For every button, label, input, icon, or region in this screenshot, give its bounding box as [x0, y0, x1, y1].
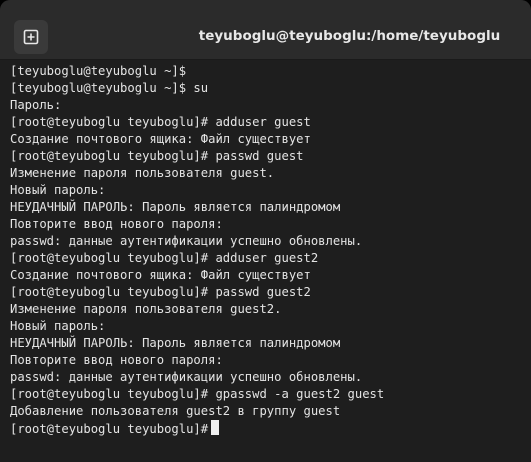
terminal-line-text: [root@teyuboglu teyuboglu]# adduser gues…	[10, 251, 319, 265]
terminal-line: Повторите ввод нового пароля:	[10, 216, 525, 233]
terminal-line: Пароль:	[10, 97, 525, 114]
terminal-line-text: [root@teyuboglu teyuboglu]# passwd guest…	[10, 285, 311, 299]
terminal-line: Создание почтового ящика: Файл существуе…	[10, 131, 525, 148]
terminal-line: passwd: данные аутентификации успешно об…	[10, 369, 525, 386]
text-cursor	[211, 420, 220, 435]
terminal-output[interactable]: [teyuboglu@teyuboglu ~]$ [teyuboglu@teyub…	[10, 63, 525, 458]
terminal-line-text: [root@teyuboglu teyuboglu]# adduser gues…	[10, 115, 311, 129]
terminal-line: Новый пароль:	[10, 182, 525, 199]
terminal-line-text: Добавление пользователя guest2 в группу …	[10, 404, 341, 418]
terminal-line-text: Повторите ввод нового пароля:	[10, 217, 223, 231]
terminal-line: Изменение пароля пользователя guest2.	[10, 301, 525, 318]
terminal-line-text: НЕУДАЧНЫЙ ПАРОЛЬ: Пароль является палинд…	[10, 336, 341, 350]
terminal-line: [teyuboglu@teyuboglu ~]$ su	[10, 80, 525, 97]
terminal-line-text: Изменение пароля пользователя guest2.	[10, 302, 282, 316]
terminal-line: [root@teyuboglu teyuboglu]# adduser gues…	[10, 250, 525, 267]
terminal-line: [root@teyuboglu teyuboglu]#	[10, 420, 525, 437]
terminal-line-text: [teyuboglu@teyuboglu ~]$	[10, 64, 187, 78]
terminal-line: [root@teyuboglu teyuboglu]# gpasswd -a g…	[10, 386, 525, 403]
terminal-line: passwd: данные аутентификации успешно об…	[10, 233, 525, 250]
terminal-line-text: Новый пароль:	[10, 319, 106, 333]
terminal-line: НЕУДАЧНЫЙ ПАРОЛЬ: Пароль является палинд…	[10, 335, 525, 352]
terminal-line: [teyuboglu@teyuboglu ~]$	[10, 63, 525, 80]
terminal-line: [root@teyuboglu teyuboglu]# passwd guest	[10, 148, 525, 165]
terminal-line: Повторите ввод нового пароля:	[10, 352, 525, 369]
titlebar: teyuboglu@teyuboglu:/home/teyuboglu	[0, 0, 531, 60]
terminal-line-text: passwd: данные аутентификации успешно об…	[10, 234, 363, 248]
terminal-line-text: [root@teyuboglu teyuboglu]# gpasswd -a g…	[10, 387, 385, 401]
terminal-line: [root@teyuboglu teyuboglu]# passwd guest…	[10, 284, 525, 301]
terminal-line-text: Пароль:	[10, 98, 62, 112]
terminal-line: НЕУДАЧНЫЙ ПАРОЛЬ: Пароль является палинд…	[10, 199, 525, 216]
terminal-line-text: Повторите ввод нового пароля:	[10, 353, 223, 367]
terminal-line: [root@teyuboglu teyuboglu]# adduser gues…	[10, 114, 525, 131]
terminal-line-text: [root@teyuboglu teyuboglu]#	[10, 422, 209, 436]
terminal-line-text: passwd: данные аутентификации успешно об…	[10, 370, 363, 384]
terminal-line: Новый пароль:	[10, 318, 525, 335]
terminal-line-text: НЕУДАЧНЫЙ ПАРОЛЬ: Пароль является палинд…	[10, 200, 341, 214]
new-tab-plus-icon	[23, 29, 39, 45]
terminal-window: teyuboglu@teyuboglu:/home/teyuboglu [tey…	[0, 0, 531, 462]
terminal-line-text: Создание почтового ящика: Файл существуе…	[10, 268, 311, 282]
terminal-line: Добавление пользователя guest2 в группу …	[10, 403, 525, 420]
new-tab-button[interactable]	[14, 20, 48, 54]
terminal-line: Создание почтового ящика: Файл существуе…	[10, 267, 525, 284]
terminal-line-text: [root@teyuboglu teyuboglu]# passwd guest	[10, 149, 304, 163]
terminal-line-text: Создание почтового ящика: Файл существуе…	[10, 132, 311, 146]
terminal-line-text: [teyuboglu@teyuboglu ~]$ su	[10, 81, 209, 95]
terminal-line: Изменение пароля пользователя guest.	[10, 165, 525, 182]
terminal-line-text: Изменение пароля пользователя guest.	[10, 166, 275, 180]
window-title: teyuboglu@teyuboglu:/home/teyuboglu	[198, 28, 501, 44]
terminal-line-text: Новый пароль:	[10, 183, 106, 197]
